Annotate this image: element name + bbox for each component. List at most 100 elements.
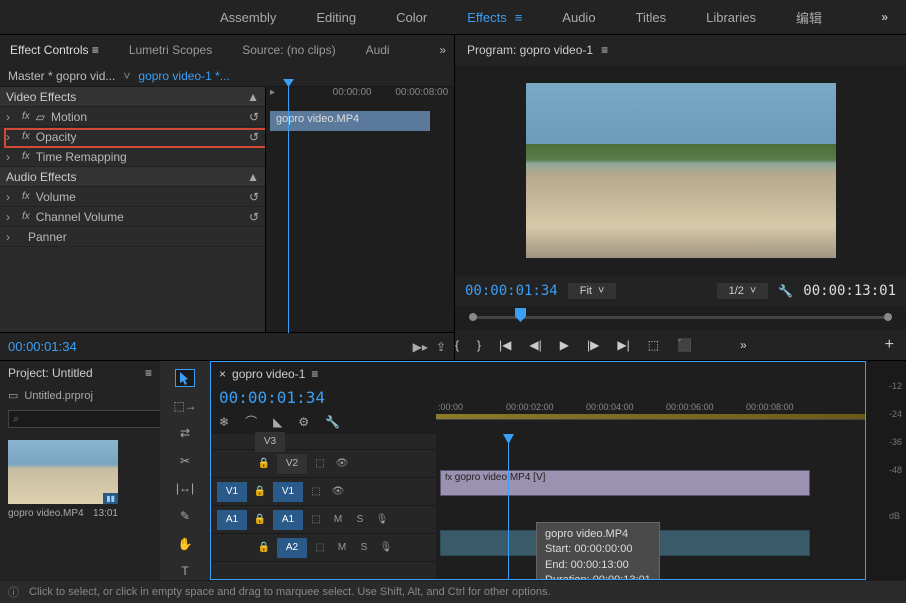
- resolution-dropdown[interactable]: 1/2˅: [717, 283, 769, 299]
- lock-icon[interactable]: 🔒: [251, 486, 269, 497]
- settings-icon[interactable]: ⚙: [298, 415, 309, 429]
- ws-audio[interactable]: Audio: [562, 10, 595, 25]
- lock-icon[interactable]: 🔒: [255, 542, 273, 553]
- razor-tool-icon[interactable]: ✂: [175, 452, 195, 470]
- search-input[interactable]: [8, 410, 172, 428]
- video-clip[interactable]: fx gopro video.MP4 [V]: [440, 470, 810, 496]
- sequence-name[interactable]: gopro video-1: [232, 367, 305, 381]
- effect-volume[interactable]: ›fxVolume↺: [0, 187, 265, 207]
- wrench-icon[interactable]: 🔧: [325, 415, 340, 429]
- program-scrubber[interactable]: [465, 306, 896, 330]
- ws-libraries[interactable]: Libraries: [706, 10, 756, 25]
- track-v2[interactable]: V2: [277, 454, 307, 474]
- marker-icon[interactable]: ◣: [273, 415, 282, 429]
- ws-editing[interactable]: Editing: [316, 10, 356, 25]
- ripple-edit-tool-icon[interactable]: ⇄: [175, 424, 195, 442]
- track-v3[interactable]: V3: [255, 432, 285, 452]
- sync-lock-icon[interactable]: ⬚: [307, 486, 325, 497]
- add-button-icon[interactable]: +: [885, 336, 894, 354]
- tab-effect-controls[interactable]: Effect Controls: [10, 43, 99, 57]
- type-tool-icon[interactable]: T: [175, 562, 195, 580]
- timeline-ruler[interactable]: :00:00 00:00:02:00 00:00:04:00 00:00:06:…: [436, 400, 865, 420]
- mark-in-icon[interactable]: {: [455, 338, 459, 352]
- project-title[interactable]: Project: Untitled: [0, 361, 160, 385]
- play-icon[interactable]: ▶: [560, 338, 569, 352]
- media-thumbnail[interactable]: ▮▮ gopro video.MP413:01: [8, 440, 118, 519]
- lift-icon[interactable]: ⬚: [648, 338, 659, 352]
- track-a2[interactable]: A2: [277, 538, 307, 558]
- fit-dropdown[interactable]: Fit˅: [568, 283, 617, 299]
- clip-tooltip: gopro video.MP4 Start: 00:00:00:00 End: …: [536, 522, 660, 579]
- track-source-a1[interactable]: A1: [217, 510, 247, 530]
- linked-selection-icon[interactable]: ⌒: [245, 413, 257, 430]
- panel-overflow-icon[interactable]: »: [439, 43, 446, 57]
- status-text: Click to select, or click in empty space…: [29, 586, 551, 598]
- slip-tool-icon[interactable]: |↔|: [175, 480, 195, 498]
- extract-icon[interactable]: ⬛: [677, 338, 692, 352]
- transport-more-icon[interactable]: »: [740, 338, 747, 352]
- sync-lock-icon[interactable]: ⬚: [311, 458, 329, 469]
- effect-channel-volume[interactable]: ›fxChannel Volume↺: [0, 207, 265, 227]
- wrench-icon[interactable]: 🔧: [778, 284, 793, 298]
- track-a1[interactable]: A1: [273, 510, 303, 530]
- snap-icon[interactable]: ❄: [219, 415, 229, 429]
- timeline-playhead[interactable]: [508, 434, 509, 579]
- ws-effects[interactable]: Effects: [467, 10, 522, 25]
- audio-effects-header[interactable]: Audio Effects▲: [0, 167, 265, 187]
- playhead[interactable]: [288, 83, 289, 333]
- sequence-clip-link[interactable]: gopro video-1 *...: [138, 69, 229, 83]
- audio-meters: -12-24-36-48dB: [866, 361, 906, 580]
- ws-titles[interactable]: Titles: [636, 10, 667, 25]
- go-to-out-icon[interactable]: ▶|: [617, 338, 629, 352]
- tab-lumetri-scopes[interactable]: Lumetri Scopes: [129, 43, 212, 57]
- timeline-timecode[interactable]: 00:00:01:34: [211, 386, 436, 409]
- clip-block[interactable]: gopro video.MP4: [270, 111, 430, 131]
- reset-icon[interactable]: ↺: [249, 210, 259, 224]
- ws-edit-cn[interactable]: 编辑: [796, 8, 822, 27]
- project-filename: Untitled.prproj: [24, 390, 92, 402]
- mic-icon[interactable]: 🎙: [373, 514, 391, 525]
- ec-timecode[interactable]: 00:00:01:34: [8, 339, 77, 354]
- scrubber-playhead[interactable]: [515, 308, 526, 322]
- go-to-in-icon[interactable]: |◀: [499, 338, 511, 352]
- effect-motion[interactable]: ›fx▱Motion↺: [0, 107, 265, 127]
- program-title[interactable]: Program: gopro video-1: [455, 35, 906, 65]
- export-icon[interactable]: ⇪: [436, 340, 446, 354]
- track-source-v1[interactable]: V1: [217, 482, 247, 502]
- reset-icon[interactable]: ↺: [249, 190, 259, 204]
- lock-icon[interactable]: 🔒: [255, 458, 273, 469]
- lock-icon[interactable]: 🔒: [251, 514, 269, 525]
- eye-icon[interactable]: 👁: [333, 458, 351, 469]
- close-seq-icon[interactable]: ×: [219, 367, 226, 381]
- effect-opacity[interactable]: ›fxOpacity↺: [0, 127, 265, 147]
- program-timecode[interactable]: 00:00:01:34: [465, 283, 558, 299]
- reset-icon[interactable]: ↺: [249, 110, 259, 124]
- hd-badge: ▮▮: [103, 493, 118, 504]
- collapse-icon[interactable]: ▲: [247, 170, 259, 184]
- ws-color[interactable]: Color: [396, 10, 427, 25]
- reset-icon[interactable]: ↺: [249, 130, 259, 144]
- effect-panner[interactable]: ›Panner: [0, 227, 265, 247]
- program-monitor[interactable]: [455, 65, 906, 276]
- ws-assembly[interactable]: Assembly: [220, 10, 276, 25]
- timeline-tracks[interactable]: fx gopro video.MP4 [V] gopro video.MP4 S…: [436, 434, 865, 579]
- tab-audio-trunc[interactable]: Audi: [366, 43, 390, 57]
- chevron-down-icon[interactable]: ˅: [123, 69, 130, 83]
- hand-tool-icon[interactable]: ✋: [175, 535, 195, 553]
- pen-tool-icon[interactable]: ✎: [175, 507, 195, 525]
- loop-icon[interactable]: ▶▸: [413, 340, 428, 354]
- track-select-tool-icon[interactable]: ⬚→: [175, 397, 195, 415]
- eye-icon[interactable]: 👁: [329, 486, 347, 497]
- collapse-icon[interactable]: ▲: [247, 90, 259, 104]
- track-v1[interactable]: V1: [273, 482, 303, 502]
- effect-timeline[interactable]: ▸00:00:0000:00:08:00 gopro video.MP4: [265, 87, 454, 332]
- step-back-icon[interactable]: ◀|: [529, 338, 541, 352]
- mic-icon[interactable]: 🎙: [377, 542, 395, 553]
- selection-tool-icon[interactable]: [175, 369, 195, 387]
- ws-overflow-icon[interactable]: »: [881, 10, 888, 24]
- step-forward-icon[interactable]: |▶: [587, 338, 599, 352]
- effect-time-remapping[interactable]: ›fxTime Remapping: [0, 147, 265, 167]
- tab-source[interactable]: Source: (no clips): [242, 43, 335, 57]
- video-effects-header[interactable]: Video Effects▲: [0, 87, 265, 107]
- mark-out-icon[interactable]: }: [477, 338, 481, 352]
